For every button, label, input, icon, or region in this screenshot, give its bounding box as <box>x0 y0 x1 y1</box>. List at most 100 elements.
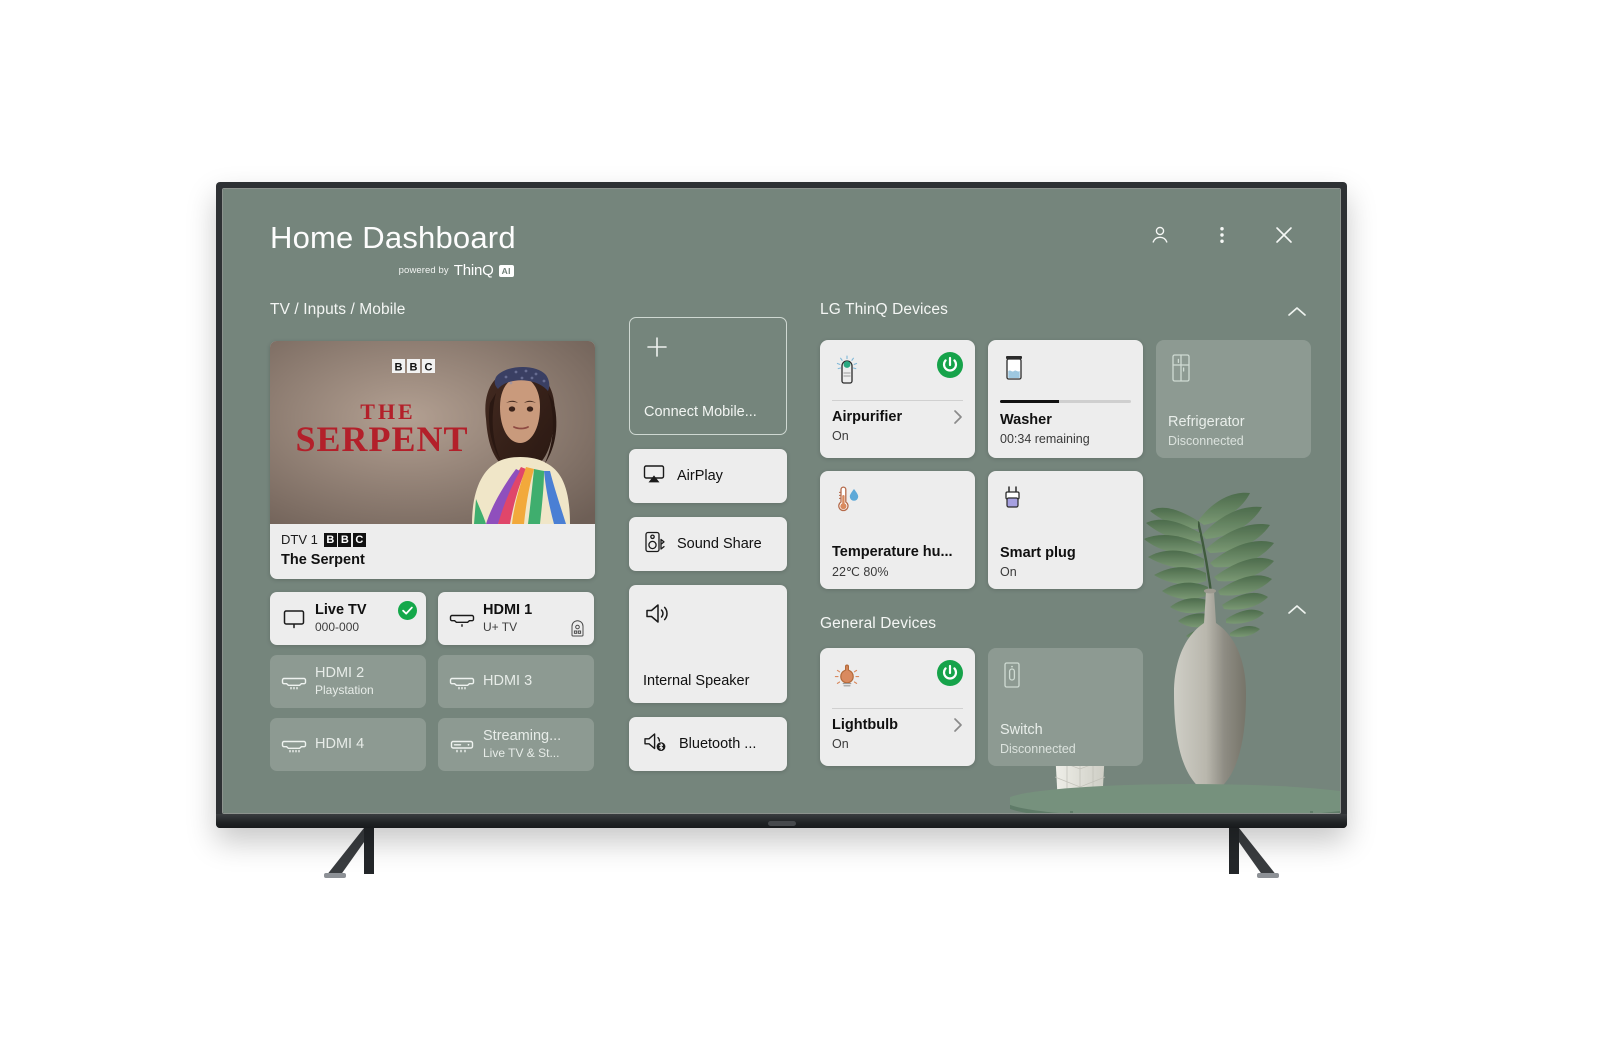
card-divider <box>832 400 963 401</box>
device-refrigerator[interactable]: Refrigerator Disconnected <box>1156 340 1311 458</box>
speaker-icon <box>643 601 773 632</box>
device-status: On <box>1000 565 1017 579</box>
collapse-thinq-chevron-up-icon[interactable] <box>1284 299 1310 325</box>
input-title: HDMI 2 <box>315 665 365 682</box>
screenshot-root: LG <box>0 0 1600 1062</box>
dashboard-header: Home Dashboard powered by ThinQ AI <box>270 222 516 279</box>
device-temperature-humidity[interactable]: Temperature hu... 22℃ 80% <box>820 471 975 589</box>
account-icon[interactable] <box>1146 221 1174 249</box>
input-title: Streaming... <box>483 728 562 745</box>
airplay-button[interactable]: AirPlay <box>629 449 787 503</box>
general-section-header: General Devices <box>820 615 1312 633</box>
device-name: Refrigerator <box>1168 414 1245 431</box>
svg-text:B: B <box>395 362 403 374</box>
input-hdmi-4[interactable]: HDMI 4 <box>270 718 426 771</box>
input-streaming[interactable]: Streaming... Live TV & St... <box>438 718 594 771</box>
bluetooth-label: Bluetooth ... <box>679 736 757 752</box>
tv-leg-left <box>318 828 398 880</box>
device-status: On <box>832 736 849 751</box>
device-washer[interactable]: Washer 00:34 remaining <box>988 340 1143 458</box>
thermometer-icon <box>832 483 862 520</box>
collapse-general-chevron-up-icon[interactable] <box>1284 597 1310 623</box>
thinq-wordmark: ThinQ <box>453 262 494 279</box>
device-name: Switch <box>1000 722 1043 739</box>
device-smart-plug[interactable]: Smart plug On <box>988 471 1143 589</box>
tv-ir-sensor <box>767 821 796 826</box>
device-name: Washer <box>1000 412 1052 428</box>
smartplug-icon <box>1000 483 1026 520</box>
device-name: Airpurifier <box>832 409 903 425</box>
thinq-ai-badge: AI <box>498 264 514 277</box>
connect-mobile-label: Connect Mobile... <box>644 404 757 420</box>
device-status: On <box>832 428 849 443</box>
thinq-section-title: LG ThinQ Devices <box>820 301 948 318</box>
device-name: Temperature hu... <box>832 544 953 561</box>
close-icon[interactable] <box>1270 221 1298 249</box>
device-lightbulb[interactable]: Lightbulb On <box>820 648 975 766</box>
hdmi-icon <box>280 672 308 692</box>
device-status: Disconnected <box>1168 434 1244 448</box>
device-status: 00:34 remaining <box>1000 431 1090 446</box>
power-toggle-icon[interactable] <box>937 352 963 378</box>
device-switch[interactable]: Switch Disconnected <box>988 648 1143 766</box>
lightbulb-icon <box>832 660 862 697</box>
inputs-section-title: TV / Inputs / Mobile <box>270 301 406 318</box>
set-top-box-icon <box>570 620 585 637</box>
tv-screen: Home Dashboard powered by ThinQ AI TV / … <box>223 189 1340 813</box>
input-hdmi-3[interactable]: HDMI 3 <box>438 655 594 708</box>
page-title: Home Dashboard <box>270 220 516 255</box>
sound-share-button[interactable]: Sound Share <box>629 517 787 571</box>
tv-frame: LG <box>216 182 1347 828</box>
plus-icon <box>644 334 772 365</box>
program-meta: DTV 1 B B C The Serpent <box>270 524 595 579</box>
broadcaster-logo: B B C <box>323 532 366 547</box>
header-actions <box>1146 221 1298 249</box>
program-title: The Serpent <box>281 552 365 568</box>
device-airpurifier[interactable]: Airpurifier On <box>820 340 975 458</box>
tv-chin <box>216 814 1347 828</box>
input-live-tv[interactable]: Live TV 000-000 <box>270 592 426 645</box>
streambox-icon <box>448 735 476 755</box>
refrigerator-icon <box>1168 352 1194 389</box>
device-name: Smart plug <box>1000 545 1076 562</box>
washer-icon <box>1000 352 1028 389</box>
input-hdmi-2[interactable]: HDMI 2 Playstation <box>270 655 426 708</box>
input-title: HDMI 1 <box>483 602 533 619</box>
hdmi-icon <box>448 609 476 629</box>
switch-icon <box>1000 660 1024 697</box>
thinq-branding: powered by ThinQ AI <box>270 262 516 279</box>
bluetooth-speaker-icon <box>642 730 668 759</box>
washer-progress-bar <box>1000 400 1131 403</box>
chevron-right-icon[interactable] <box>951 407 965 432</box>
general-section-title: General Devices <box>820 615 937 632</box>
input-title: HDMI 4 <box>315 736 365 753</box>
svg-text:C: C <box>425 362 433 374</box>
input-subtitle: Live TV & St... <box>483 745 560 760</box>
input-hdmi-1[interactable]: HDMI 1 U+ TV <box>438 592 594 645</box>
hdmi-icon <box>448 672 476 692</box>
current-program-card[interactable]: B B C THE SERPENT DTV 1 B B C The Serpen… <box>270 341 595 579</box>
card-divider <box>832 708 963 709</box>
airplay-label: AirPlay <box>677 468 723 484</box>
input-subtitle: U+ TV <box>483 619 518 634</box>
airpurifier-icon <box>832 352 862 391</box>
bluetooth-button[interactable]: Bluetooth ... <box>629 717 787 771</box>
connect-mobile-button[interactable]: Connect Mobile... <box>629 317 787 435</box>
internal-speaker-button[interactable]: Internal Speaker <box>629 585 787 703</box>
hdmi-icon <box>280 735 308 755</box>
powered-by-label: powered by <box>398 265 449 276</box>
power-toggle-icon[interactable] <box>937 660 963 686</box>
program-artwork: B B C THE SERPENT <box>270 341 595 524</box>
chevron-right-icon[interactable] <box>951 715 965 740</box>
thinq-device-grid: Airpurifier On Washer 00:34 remaining Re… <box>820 340 1312 589</box>
svg-text:SERPENT: SERPENT <box>295 419 468 459</box>
general-device-grid: Lightbulb On Switch Disconnected <box>820 648 1312 766</box>
more-options-icon[interactable] <box>1208 221 1236 249</box>
input-subtitle: 000-000 <box>315 619 360 634</box>
sound-share-label: Sound Share <box>677 536 762 552</box>
inputs-column: TV / Inputs / Mobile B B C THE SERPENT D… <box>270 301 595 771</box>
bbc-block-3: C <box>352 532 366 547</box>
input-title: HDMI 3 <box>483 673 533 690</box>
selected-check-icon <box>398 601 417 620</box>
input-tiles: Live TV 000-000 HDMI 1 U+ TV HDMI 2 Play… <box>270 592 595 771</box>
